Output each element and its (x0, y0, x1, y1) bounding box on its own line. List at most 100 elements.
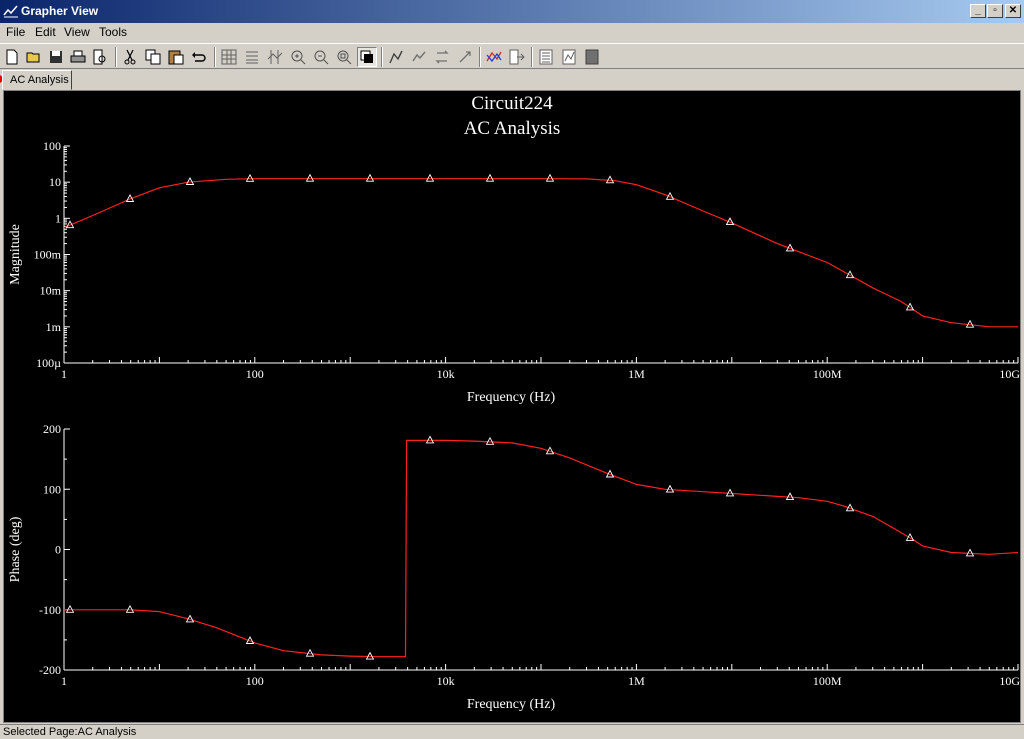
copy-icon[interactable] (143, 47, 163, 67)
restore-button[interactable]: ▫ (987, 4, 1003, 18)
menu-tools[interactable]: Tools (99, 25, 127, 39)
y-tick-label: 100 (43, 139, 61, 153)
phase-plot[interactable]: 1 100 10k 1M 100M 10G -200 -100 0 100 200 Frequency… (8, 422, 1020, 712)
menu-file[interactable]: File (6, 25, 25, 39)
x-tick-label: 100 (246, 367, 264, 381)
y-tick-label: 100µ (36, 356, 61, 370)
trace-marker (305, 173, 315, 182)
x-tick-label: 10k (437, 367, 455, 381)
x-tick-label: 100M (813, 367, 842, 381)
y-tick-label: 100m (34, 248, 62, 262)
trace-marker (485, 436, 495, 445)
grapher-window: Grapher View _ ▫ ✕ File Edit View Tools (0, 0, 1024, 739)
status-text: Selected Page:AC Analysis (3, 726, 137, 738)
y-tick-label: -100 (39, 603, 61, 617)
x-axis-label: Frequency (Hz) (467, 390, 556, 405)
window-title: Grapher View (21, 4, 99, 18)
status-bar: Selected Page:AC Analysis (0, 724, 1024, 739)
y-tick-label: 0 (55, 543, 61, 557)
grid-icon[interactable] (219, 47, 239, 67)
trace-marker (965, 548, 975, 557)
menu-bar: File Edit View Tools (0, 23, 1024, 42)
new-icon[interactable] (2, 47, 22, 67)
graph-canvas[interactable]: Circuit224 AC Analysis 1 100 10k 1M 100M 10G1… (4, 91, 1020, 722)
y-tick-label: 10 (49, 175, 61, 189)
zoom-out-icon[interactable] (311, 47, 331, 67)
properties-icon[interactable] (455, 47, 475, 67)
toolbar-separator (115, 47, 117, 67)
toolbar-separator (381, 47, 383, 67)
x-tick-label: 1M (628, 674, 645, 688)
trace-marker (485, 173, 495, 182)
x-tick-label: 100M (813, 674, 842, 688)
cursors-icon[interactable] (265, 47, 285, 67)
menu-view[interactable]: View (64, 25, 90, 39)
graph-properties-icon[interactable] (559, 47, 579, 67)
y-tick-label: 1m (46, 320, 62, 334)
trace-marker (425, 173, 435, 182)
black-background-icon[interactable] (357, 47, 377, 67)
x-tick-label: 1 (61, 674, 67, 688)
zoom-full-icon[interactable] (334, 47, 354, 67)
trace-marker (545, 173, 555, 182)
x-axis-label: Frequency (Hz) (467, 697, 556, 712)
minimize-button[interactable]: _ (970, 4, 986, 18)
tab-ac-analysis[interactable]: AC Analysis (2, 70, 72, 90)
trace-marker (365, 651, 375, 660)
cut-icon[interactable] (120, 47, 140, 67)
x-tick-label: 10k (437, 674, 455, 688)
select-marks-icon[interactable] (409, 47, 429, 67)
trace-properties-icon[interactable] (582, 47, 602, 67)
trace-marker (605, 175, 615, 184)
open-icon[interactable] (24, 47, 44, 67)
graph-subtitle: AC Analysis (464, 118, 561, 139)
trace-marker (65, 604, 75, 613)
toolbar-separator (214, 47, 216, 67)
toolbar (0, 43, 1024, 69)
overlay-traces-icon[interactable] (484, 47, 504, 67)
legend-icon[interactable] (242, 47, 262, 67)
print-preview-icon[interactable] (90, 47, 110, 67)
trace-marker (785, 492, 795, 501)
trace-marker (425, 435, 435, 444)
x-tick-label: 1M (628, 367, 645, 381)
graph-page[interactable]: Circuit224 AC Analysis 1 100 10k 1M 100M 10G 1… (3, 90, 1021, 723)
phase-trace (64, 439, 1019, 658)
y-tick-label: 10m (40, 284, 62, 298)
x-tick-label: 100 (246, 674, 264, 688)
trace-marker (185, 177, 195, 185)
x-tick-label: 1 (61, 367, 67, 381)
menu-edit[interactable]: Edit (35, 25, 56, 39)
magnitude-plot[interactable]: 1 100 10k 1M 100M 10G 100µ 1m 10m 100m 1 10 100 Frequ… (8, 139, 1020, 405)
tab-strip: AC Analysis (0, 70, 1024, 90)
grapher-app-icon (3, 5, 18, 18)
y-tick-label: -200 (39, 663, 61, 677)
y-tick-label: 100 (43, 482, 61, 496)
reverse-colors-icon[interactable] (432, 47, 452, 67)
paste-icon[interactable] (166, 47, 186, 67)
y-tick-label: 1 (55, 211, 61, 225)
export-icon[interactable] (507, 47, 527, 67)
undo-icon[interactable] (189, 47, 209, 67)
zoom-in-icon[interactable] (288, 47, 308, 67)
toolbar-separator (531, 47, 533, 67)
graph-title: Circuit224 (471, 93, 553, 114)
toolbar-separator (479, 47, 481, 67)
trace-marker (125, 604, 135, 613)
y-axis-label: Magnitude (8, 224, 23, 285)
trace-marker (245, 173, 255, 182)
y-tick-label: 200 (43, 422, 61, 436)
title-bar[interactable]: Grapher View _ ▫ ✕ (0, 0, 1024, 23)
trace-marker (365, 173, 375, 182)
y-axis-label: Phase (deg) (8, 516, 23, 582)
x-tick-label: 10G (999, 674, 1020, 688)
select-trace-icon[interactable] (386, 47, 406, 67)
page-properties-icon[interactable] (536, 47, 556, 67)
close-button[interactable]: ✕ (1005, 4, 1021, 18)
trace-marker (665, 484, 675, 493)
print-icon[interactable] (68, 47, 88, 67)
tab-label: AC Analysis (10, 74, 69, 86)
magnitude-trace (63, 178, 1018, 328)
x-tick-label: 10G (999, 367, 1020, 381)
save-icon[interactable] (46, 47, 66, 67)
